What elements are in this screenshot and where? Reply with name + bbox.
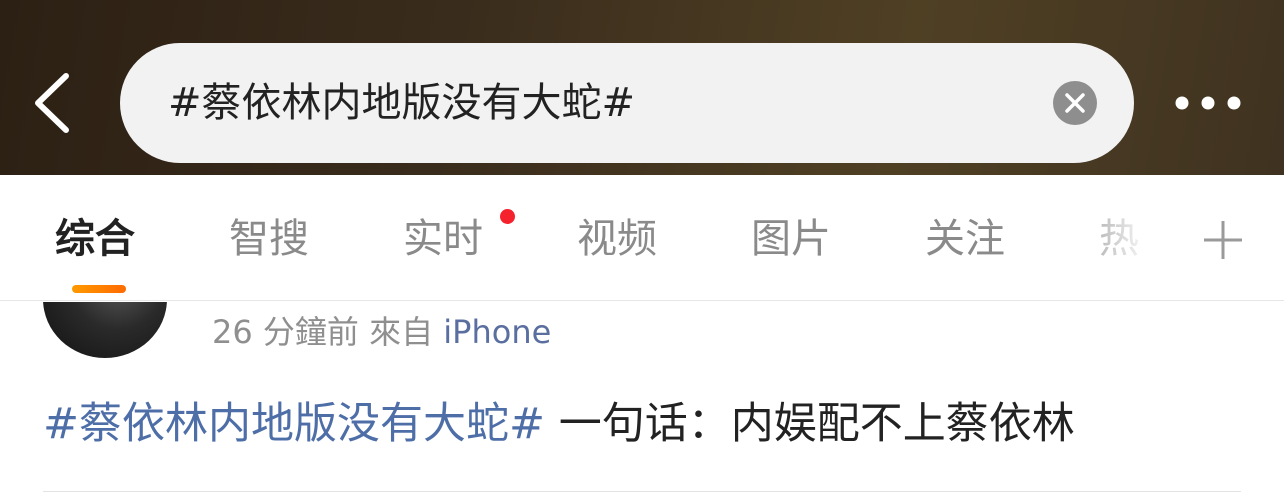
search-tab-bar: 综合 智搜 实时 视频 图片 关注 热 bbox=[0, 175, 1284, 301]
more-dots-icon bbox=[1175, 96, 1241, 110]
plus-icon bbox=[1204, 221, 1242, 259]
chevron-left-icon bbox=[35, 73, 69, 133]
clear-circle-icon bbox=[1053, 81, 1097, 125]
top-search-header: #蔡依林内地版没有大蛇# bbox=[0, 0, 1284, 175]
active-tab-indicator bbox=[72, 285, 126, 293]
search-query-text[interactable]: #蔡依林内地版没有大蛇# bbox=[168, 77, 635, 129]
post-source[interactable]: iPhone bbox=[443, 313, 551, 351]
tab-hot[interactable]: 热 bbox=[1099, 213, 1139, 265]
more-options-button[interactable] bbox=[1168, 82, 1248, 124]
clear-search-button[interactable] bbox=[1052, 80, 1098, 126]
post-meta: 26 分鐘前 來自 iPhone bbox=[212, 312, 551, 352]
realtime-badge-dot bbox=[500, 209, 515, 224]
tab-pictures[interactable]: 图片 bbox=[751, 213, 831, 265]
add-tab-button[interactable] bbox=[1200, 217, 1246, 263]
topic-link[interactable]: #蔡依林内地版没有大蛇# bbox=[43, 399, 545, 449]
tab-following[interactable]: 关注 bbox=[925, 213, 1005, 265]
search-input[interactable]: #蔡依林内地版没有大蛇# bbox=[120, 43, 1134, 163]
post-body-text: 一句话：内娱配不上蔡依林 bbox=[545, 399, 1075, 449]
post-source-prefix: 來自 bbox=[369, 313, 434, 351]
back-button[interactable] bbox=[26, 68, 86, 138]
tab-comprehensive[interactable]: 综合 bbox=[55, 213, 135, 265]
post-content: #蔡依林内地版没有大蛇# 一句话：内娱配不上蔡依林 bbox=[43, 396, 1075, 452]
tab-video[interactable]: 视频 bbox=[577, 213, 657, 265]
post-divider bbox=[43, 491, 1241, 492]
post-time: 26 分鐘前 bbox=[212, 313, 359, 351]
tab-realtime[interactable]: 实时 bbox=[403, 213, 483, 265]
tab-smart-search[interactable]: 智搜 bbox=[229, 213, 309, 265]
